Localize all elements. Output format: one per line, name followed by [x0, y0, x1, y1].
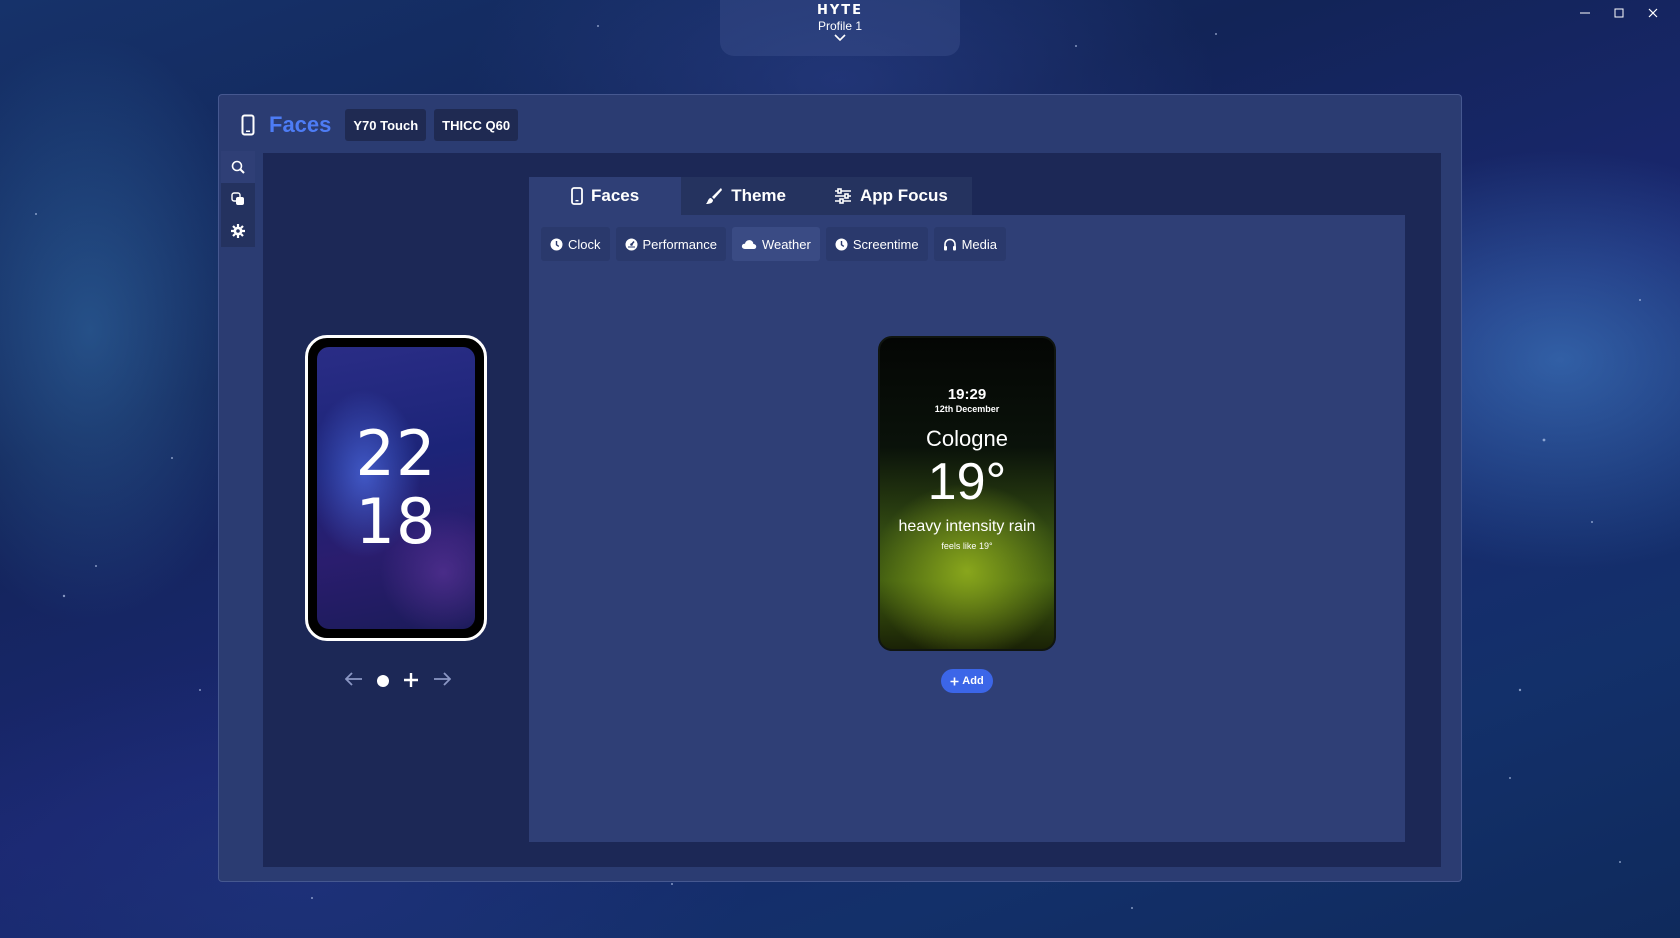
- face-feels-like: feels like 19°: [941, 541, 993, 551]
- content-area: 22 18 Faces Theme App Focus Clock Perfor…: [263, 153, 1441, 867]
- clock-icon: [835, 238, 848, 250]
- face-date: 12th December: [934, 404, 1000, 414]
- preview-pager: [344, 669, 452, 692]
- gauge-icon: [625, 238, 638, 250]
- category-filter: Clock Performance Weather Screentime Med…: [541, 227, 1007, 261]
- arrow-left-icon[interactable]: [344, 669, 363, 692]
- category-screentime-label: Screentime: [852, 236, 919, 252]
- category-weather-label: Weather: [761, 236, 811, 252]
- profile-name: Profile 1: [817, 19, 863, 33]
- category-screentime[interactable]: Screentime: [825, 227, 928, 261]
- page-title: Faces: [269, 112, 332, 137]
- search-layers-icon: [231, 160, 245, 174]
- category-clock[interactable]: Clock: [541, 227, 610, 261]
- tab-app-focus[interactable]: App Focus: [810, 177, 972, 215]
- weather-face-card[interactable]: 19:29 12th December Cologne 19° heavy in…: [878, 336, 1056, 651]
- gear-icon: [231, 224, 245, 238]
- phone-icon: [239, 113, 257, 137]
- device-thicc-q60-button[interactable]: THICC Q60: [434, 109, 519, 141]
- plus-icon[interactable]: [403, 671, 419, 691]
- layers-icon: [231, 192, 244, 205]
- tab-faces[interactable]: Faces: [529, 177, 682, 215]
- page-header: Faces Y70 Touch THICC Q60: [239, 109, 519, 141]
- tab-theme-label: Theme: [731, 186, 786, 205]
- category-performance[interactable]: Performance: [615, 227, 726, 261]
- profile-selector[interactable]: HYTE Profile 1: [720, 0, 960, 56]
- preview-hours: 22: [355, 417, 437, 490]
- category-weather[interactable]: Weather: [731, 227, 820, 261]
- close-button[interactable]: [1636, 2, 1670, 24]
- category-clock-label: Clock: [568, 236, 601, 252]
- sliders-icon: [835, 188, 851, 204]
- add-face-label: Add: [962, 675, 984, 687]
- sidebar-item-layers[interactable]: [221, 183, 255, 215]
- chevron-down-icon[interactable]: [720, 33, 960, 45]
- brush-icon: [706, 188, 723, 204]
- sidebar-item-settings[interactable]: [221, 215, 255, 247]
- device-preview-screen: 22 18: [317, 347, 475, 629]
- side-nav: [221, 151, 255, 247]
- tab-app-focus-label: App Focus: [860, 186, 948, 205]
- add-face-button[interactable]: Add: [941, 669, 993, 693]
- device-preview[interactable]: 22 18: [305, 335, 487, 641]
- tab-faces-label: Faces: [591, 186, 640, 205]
- face-weather-description: heavy intensity rain: [898, 518, 1036, 535]
- sidebar-item-faces[interactable]: [221, 151, 255, 183]
- tab-bar: Faces Theme App Focus: [529, 177, 972, 215]
- faces-tab-panel: Clock Performance Weather Screentime Med…: [529, 215, 1405, 842]
- minimize-button[interactable]: [1568, 2, 1602, 24]
- cloud-icon: [741, 240, 757, 249]
- brand-logo: HYTE: [816, 3, 864, 18]
- category-performance-label: Performance: [642, 236, 717, 252]
- category-media-label: Media: [961, 236, 998, 252]
- device-y70-touch-button[interactable]: Y70 Touch: [345, 109, 427, 141]
- category-media[interactable]: Media: [933, 227, 1007, 261]
- face-time: 19:29: [947, 386, 987, 403]
- maximize-button[interactable]: [1602, 2, 1636, 24]
- face-temperature: 19°: [927, 453, 1007, 511]
- page-dot-active[interactable]: [377, 674, 389, 687]
- tab-theme[interactable]: Theme: [681, 177, 810, 215]
- window-controls: [1568, 2, 1670, 24]
- preview-minutes: 18: [355, 485, 437, 558]
- face-city: Cologne: [926, 426, 1008, 451]
- headphones-icon: [943, 238, 956, 250]
- clock-icon: [550, 238, 563, 250]
- arrow-right-icon[interactable]: [433, 669, 452, 692]
- plus-icon: [950, 677, 959, 685]
- faces-window: Faces Y70 Touch THICC Q60 22 18 Faces Th…: [218, 94, 1462, 882]
- phone-icon: [571, 187, 583, 205]
